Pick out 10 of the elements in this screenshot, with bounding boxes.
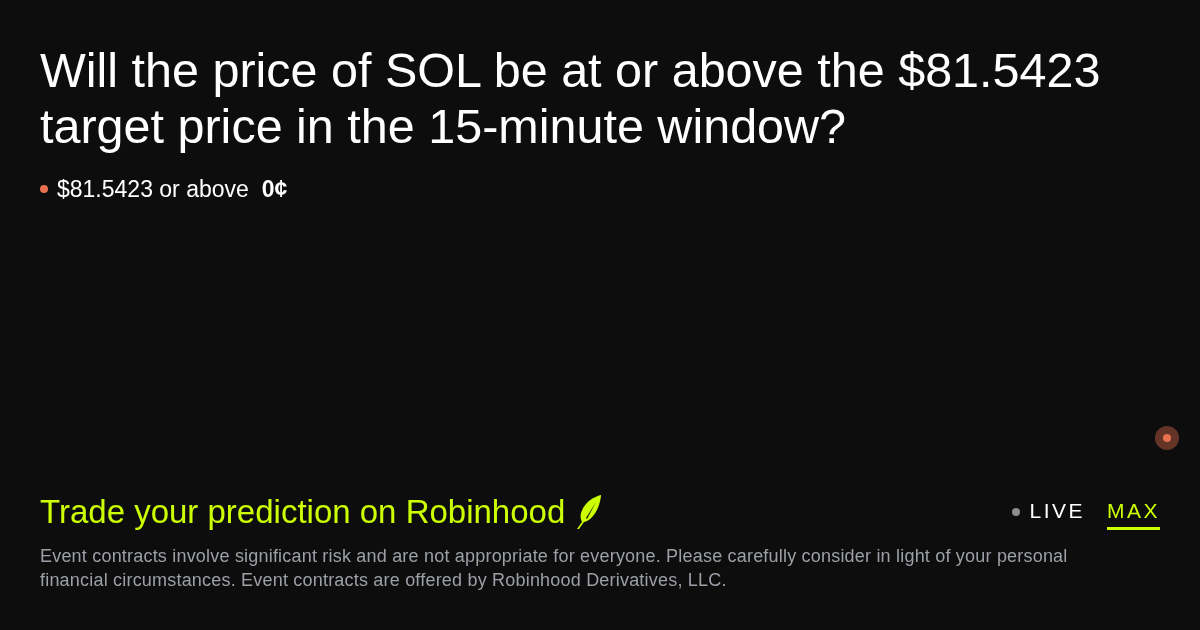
range-tab[interactable]: LIVE — [1029, 494, 1085, 530]
cta-text: Trade your prediction on Robinhood — [40, 493, 566, 531]
series-price: 0¢ — [261, 176, 288, 202]
risk-disclaimer: Event contracts involve significant risk and are not appropriate for everyone. Please carefully consider in light of your personal financial circumstances. Event contracts are offered by Robinhood Derivatives, LLC. — [40, 545, 1069, 592]
question-title: Will the price of SOL be at or above the $81.5423 target price in the 15-minute window? — [40, 42, 1102, 154]
feather-icon — [575, 494, 604, 530]
range-tab[interactable]: MAX — [1107, 494, 1160, 530]
live-dot-icon — [1012, 508, 1021, 516]
series-label: $81.5423 or above — [57, 176, 249, 202]
chart-marker-icon — [1155, 426, 1179, 450]
